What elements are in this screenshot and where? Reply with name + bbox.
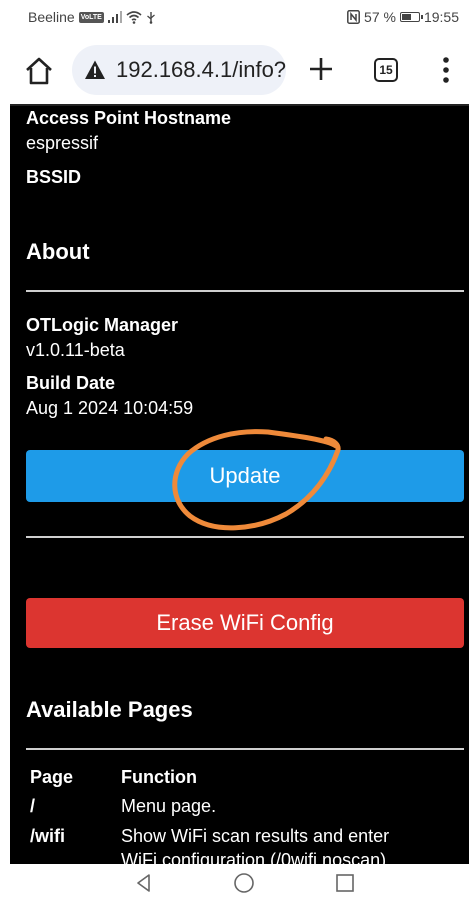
phone-screen: Beeline VoLTE 57 % 19:55 192.168.4.1/inf… bbox=[0, 0, 469, 902]
available-pages-heading: Available Pages bbox=[26, 697, 193, 722]
volte-badge: VoLTE bbox=[78, 11, 104, 23]
status-right: 57 % 19:55 bbox=[347, 9, 459, 25]
status-left: Beeline VoLTE bbox=[28, 9, 156, 25]
plus-icon[interactable] bbox=[306, 54, 336, 84]
clock: 19:55 bbox=[423, 9, 459, 25]
web-content: Access Point Hostname espressif BSSID Ab… bbox=[10, 104, 469, 866]
table-header-page: Page bbox=[30, 767, 74, 787]
app-version: v1.0.11-beta bbox=[26, 340, 125, 360]
divider bbox=[26, 536, 464, 538]
home-nav-icon[interactable] bbox=[233, 872, 255, 894]
battery-icon bbox=[399, 12, 423, 22]
carrier-name: Beeline bbox=[28, 9, 75, 25]
signal-icon bbox=[107, 11, 122, 23]
usb-icon bbox=[146, 11, 155, 24]
warning-icon[interactable] bbox=[84, 59, 106, 81]
ap-hostname-label: Access Point Hostname bbox=[26, 108, 232, 128]
nfc-icon bbox=[347, 10, 360, 24]
wifi-icon bbox=[126, 10, 142, 24]
address-bar[interactable]: 192.168.4.1/info? bbox=[72, 45, 286, 95]
build-date-label: Build Date bbox=[26, 373, 116, 393]
app-name: OTLogic Manager bbox=[26, 315, 179, 335]
table-cell-page[interactable]: / bbox=[30, 796, 35, 817]
update-button[interactable]: Update bbox=[26, 450, 464, 502]
browser-toolbar: 192.168.4.1/info? 15 bbox=[0, 36, 469, 104]
ap-hostname-value: espressif bbox=[26, 133, 99, 153]
recents-icon[interactable] bbox=[334, 872, 356, 894]
url-text[interactable]: 192.168.4.1/info? bbox=[116, 57, 286, 83]
back-icon[interactable] bbox=[133, 872, 155, 894]
battery-percent: 57 % bbox=[364, 9, 396, 25]
navigation-bar bbox=[0, 864, 469, 902]
build-date-value: Aug 1 2024 10:04:59 bbox=[26, 398, 194, 418]
erase-wifi-button[interactable]: Erase WiFi Config bbox=[26, 598, 464, 648]
tab-count: 15 bbox=[379, 63, 393, 77]
bssid-label: BSSID bbox=[26, 167, 82, 187]
about-heading: About bbox=[26, 239, 90, 264]
status-bar: Beeline VoLTE 57 % 19:55 bbox=[0, 0, 469, 36]
table-header-function: Function bbox=[121, 767, 197, 787]
erase-wifi-button-label: Erase WiFi Config bbox=[156, 610, 334, 635]
tabs-icon[interactable]: 15 bbox=[374, 58, 398, 82]
table-cell-function: Show WiFi scan results and enter bbox=[121, 826, 390, 846]
update-button-label: Update bbox=[209, 463, 281, 488]
table-cell-page[interactable]: /wifi bbox=[30, 826, 65, 847]
table-cell-function: Menu page. bbox=[121, 796, 217, 816]
more-vert-icon[interactable] bbox=[440, 56, 452, 84]
divider bbox=[26, 290, 464, 292]
home-icon[interactable] bbox=[24, 56, 54, 86]
divider bbox=[26, 748, 464, 750]
